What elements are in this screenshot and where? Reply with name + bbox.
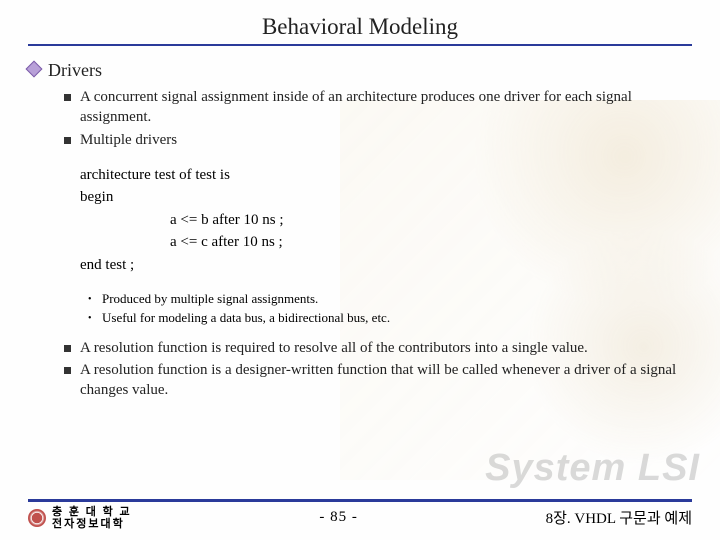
university-logo-icon	[28, 509, 46, 527]
bottom-bullet-list: A resolution function is required to res…	[64, 338, 692, 401]
chapter-label: 8장. VHDL 구문과 예제	[546, 507, 692, 528]
page-number: - 85 -	[132, 509, 546, 526]
code-line: begin	[80, 186, 692, 209]
code-line: architecture test of test is	[80, 164, 692, 187]
code-block: architecture test of test is begin a <= …	[80, 164, 692, 277]
watermark-text: System LSI	[485, 447, 700, 490]
university-text: 충 훈 대 학 교 전자정보대학	[52, 506, 132, 530]
slide-content: Behavioral Modeling Drivers A concurrent…	[0, 0, 720, 401]
diamond-bullet-icon	[26, 61, 43, 78]
list-item: Useful for modeling a data bus, a bidire…	[88, 309, 692, 328]
top-bullet-list: A concurrent signal assignment inside of…	[64, 87, 692, 150]
list-item: Produced by multiple signal assignments.	[88, 290, 692, 309]
footer-rule	[28, 499, 692, 502]
university-name: 충 훈 대 학 교	[52, 506, 132, 518]
sub-bullet-list: Produced by multiple signal assignments.…	[88, 290, 692, 328]
slide-title: Behavioral Modeling	[28, 14, 692, 46]
code-line: a <= c after 10 ns ;	[80, 231, 692, 254]
code-line: a <= b after 10 ns ;	[80, 209, 692, 232]
list-item: Multiple drivers	[64, 130, 692, 150]
section-heading: Drivers	[28, 60, 692, 81]
list-item: A resolution function is a designer-writ…	[64, 360, 692, 401]
university-block: 충 훈 대 학 교 전자정보대학	[28, 506, 132, 530]
list-item: A concurrent signal assignment inside of…	[64, 87, 692, 128]
code-line: end test ;	[80, 254, 692, 277]
list-item: A resolution function is required to res…	[64, 338, 692, 358]
section-label: Drivers	[48, 60, 102, 80]
department-name: 전자정보대학	[52, 518, 132, 530]
slide-footer: 충 훈 대 학 교 전자정보대학 - 85 - 8장. VHDL 구문과 예제	[0, 506, 720, 530]
